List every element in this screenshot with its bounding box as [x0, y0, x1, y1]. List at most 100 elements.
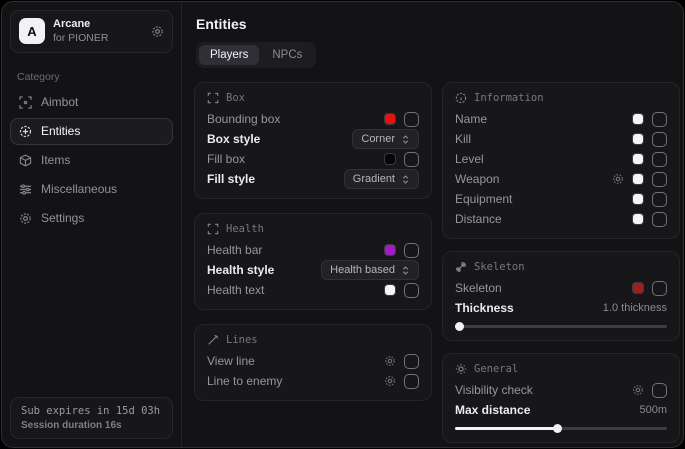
brand-card: A Arcane for PIONER [10, 10, 173, 53]
thickness-slider[interactable] [455, 322, 667, 331]
crosshair-icon [19, 96, 32, 109]
tab-bar: Players NPCs [196, 42, 316, 68]
section-title: Information [474, 92, 544, 104]
sun-gear-icon [455, 363, 467, 375]
color-swatch[interactable] [384, 244, 396, 256]
entities-icon [19, 125, 32, 138]
setting-label: Box style [207, 132, 260, 146]
color-swatch[interactable] [384, 284, 396, 296]
color-swatch[interactable] [632, 113, 644, 125]
section-title: Lines [226, 334, 258, 346]
setting-label: Distance [455, 212, 502, 226]
sub-expiry-text: Sub expires in 15d 03h [21, 405, 162, 417]
sidebar-item-aimbot[interactable]: Aimbot [10, 89, 173, 116]
row-gear-icon[interactable] [384, 375, 396, 387]
max-distance-value: 500m [639, 404, 667, 416]
setting-row: Fill box [207, 149, 419, 169]
general-section: General Visibility check [442, 353, 680, 443]
row-gear-icon[interactable] [384, 355, 396, 367]
box-section: Box Bounding box Box style Corner [194, 82, 432, 199]
section-title: Box [226, 92, 245, 104]
checkbox[interactable] [652, 152, 667, 167]
health-brackets-icon [207, 223, 219, 235]
fill-style-dropdown[interactable]: Gradient [344, 169, 419, 189]
session-duration-text: Session duration 16s [21, 420, 162, 431]
setting-row: Kill [455, 129, 667, 149]
section-title: General [474, 363, 518, 375]
setting-label: Level [455, 152, 484, 166]
color-swatch[interactable] [632, 173, 644, 185]
sidebar-nav: Aimbot Entities Items [2, 89, 181, 232]
sidebar-item-label: Items [41, 153, 70, 167]
tab-players[interactable]: Players [199, 45, 259, 65]
checkbox[interactable] [652, 132, 667, 147]
checkbox[interactable] [652, 192, 667, 207]
health-style-dropdown[interactable]: Health based [321, 260, 419, 280]
checkbox[interactable] [404, 112, 419, 127]
row-gear-icon[interactable] [612, 173, 624, 185]
setting-label: View line [207, 354, 255, 368]
pencil-line-icon [207, 334, 219, 346]
checkbox[interactable] [652, 212, 667, 227]
color-swatch[interactable] [384, 153, 396, 165]
section-title: Health [226, 223, 264, 235]
info-icon [455, 92, 467, 104]
sidebar-item-label: Aimbot [41, 95, 78, 109]
color-swatch[interactable] [632, 133, 644, 145]
row-gear-icon[interactable] [632, 384, 644, 396]
setting-row: Name [455, 109, 667, 129]
checkbox[interactable] [652, 281, 667, 296]
app-subtitle: for PIONER [53, 32, 143, 45]
sidebar-item-label: Miscellaneous [41, 182, 117, 196]
gear-icon [19, 212, 32, 225]
color-swatch[interactable] [632, 193, 644, 205]
setting-row: Max distance 500m [455, 400, 667, 420]
setting-row: Visibility check [455, 380, 667, 400]
setting-label: Max distance [455, 403, 530, 417]
sidebar-item-items[interactable]: Items [10, 147, 173, 174]
setting-row: Equipment [455, 189, 667, 209]
box-brackets-icon [207, 92, 219, 104]
setting-label: Name [455, 112, 487, 126]
slider-thumb[interactable] [455, 322, 464, 331]
setting-label: Thickness [455, 301, 514, 315]
setting-label: Weapon [455, 172, 499, 186]
setting-row: Health text [207, 280, 419, 300]
category-label: Category [17, 71, 181, 83]
setting-label: Health bar [207, 243, 262, 257]
sidebar-item-label: Settings [41, 211, 84, 225]
page-title: Entities [196, 16, 680, 32]
settings-gear-icon[interactable] [151, 25, 164, 38]
thickness-value: 1.0 thickness [603, 302, 667, 314]
checkbox[interactable] [404, 374, 419, 389]
setting-row: Skeleton [455, 278, 667, 298]
information-section: Information Name Kill [442, 82, 680, 239]
checkbox[interactable] [652, 112, 667, 127]
max-distance-slider[interactable] [455, 424, 667, 433]
setting-label: Health style [207, 263, 274, 277]
slider-thumb[interactable] [553, 424, 562, 433]
color-swatch[interactable] [632, 282, 644, 294]
checkbox[interactable] [404, 152, 419, 167]
checkbox[interactable] [652, 172, 667, 187]
color-swatch[interactable] [632, 213, 644, 225]
sidebar-item-settings[interactable]: Settings [10, 205, 173, 232]
color-swatch[interactable] [384, 113, 396, 125]
tab-npcs[interactable]: NPCs [261, 45, 313, 65]
app-window: A Arcane for PIONER Category Aimbot [1, 1, 684, 448]
sidebar-item-entities[interactable]: Entities [10, 118, 173, 145]
box-style-dropdown[interactable]: Corner [352, 129, 419, 149]
setting-row: Bounding box [207, 109, 419, 129]
sidebar: A Arcane for PIONER Category Aimbot [2, 2, 182, 447]
color-swatch[interactable] [632, 153, 644, 165]
setting-label: Health text [207, 283, 264, 297]
setting-row: Level [455, 149, 667, 169]
checkbox[interactable] [404, 354, 419, 369]
checkbox[interactable] [404, 243, 419, 258]
setting-row: Fill style Gradient [207, 169, 419, 189]
setting-label: Fill style [207, 172, 255, 186]
sidebar-item-miscellaneous[interactable]: Miscellaneous [10, 176, 173, 203]
setting-label: Visibility check [455, 383, 533, 397]
checkbox[interactable] [652, 383, 667, 398]
checkbox[interactable] [404, 283, 419, 298]
